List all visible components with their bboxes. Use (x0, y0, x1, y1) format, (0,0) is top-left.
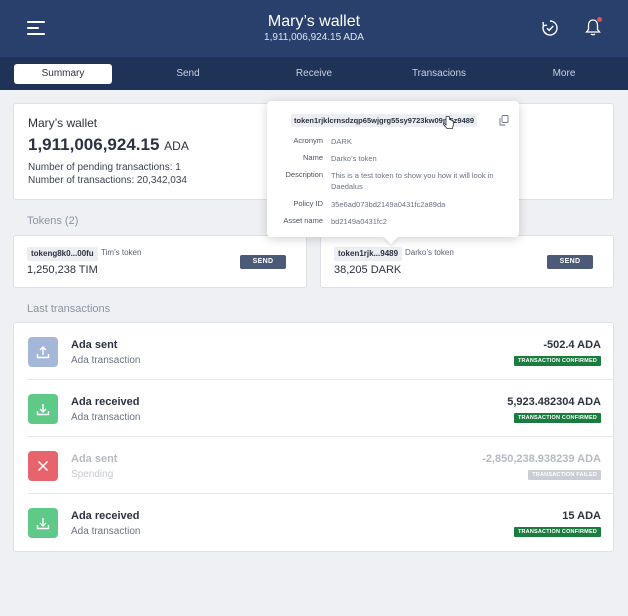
transaction-title: Ada sent (71, 453, 118, 465)
tooltip-key: Asset name (283, 216, 323, 225)
token-card: token1rjk...9489 Darko’s token 38,205 DA… (320, 235, 614, 288)
status-badge: TRANSACTION CONFIRMED (513, 413, 601, 423)
pending-transactions: Number of pending transactions: 1 (28, 162, 181, 173)
send-token-button[interactable]: SEND (547, 255, 593, 269)
download-icon (28, 394, 58, 424)
transaction-count: Number of transactions: 20,342,034 (28, 175, 187, 186)
token-id-chip[interactable]: token1rjk...9489 (334, 247, 403, 261)
balance-value: 1,911,006,924.15 (28, 135, 160, 154)
upload-icon (28, 337, 58, 367)
sync-check-icon[interactable] (541, 19, 559, 37)
cursor-icon (443, 116, 454, 129)
tooltip-key: Description (285, 170, 323, 179)
token-name: Tim’s token (101, 248, 142, 257)
send-token-button[interactable]: SEND (240, 255, 286, 269)
tab-transactions[interactable]: Transacions (389, 57, 489, 90)
summary-wallet-name: Mary’s wallet (28, 116, 98, 130)
tab-send[interactable]: Send (138, 57, 238, 90)
download-icon (28, 508, 58, 538)
token-card: tokeng8k0...00fu Tim’s token 1,250,238 T… (13, 235, 307, 288)
transaction-title: Ada sent (71, 339, 118, 351)
transactions-list: Ada sent Ada transaction -502.4 ADA TRAN… (13, 322, 614, 552)
transaction-title: Ada received (71, 396, 140, 408)
notification-dot (597, 17, 602, 22)
tooltip-key: Acronym (293, 136, 323, 145)
page-title: Mary’s wallet (267, 13, 361, 30)
tooltip-value: bd2149a0431fc2 (331, 217, 387, 226)
status-badge: TRANSACTION CONFIRMED (513, 527, 601, 537)
tooltip-value: Darko’s token (331, 154, 377, 163)
wallet-nav: Summary Send Receive Transacions More (0, 57, 628, 90)
transaction-row[interactable]: Ada sent Spending -2,850,238.938239 ADA … (14, 437, 614, 494)
transaction-subtitle: Ada transaction (71, 526, 141, 537)
transaction-amount: -2,850,238.938239 ADA (482, 453, 601, 465)
tooltip-value: 35e6ad073bd2149a0431fc2a89da (331, 200, 446, 209)
balance-unit: ADA (164, 139, 189, 153)
transaction-row[interactable]: Ada received Ada transaction 15 ADA TRAN… (14, 494, 614, 551)
transaction-amount: -502.4 ADA (543, 339, 601, 351)
transaction-subtitle: Ada transaction (71, 412, 141, 423)
top-bar: Mary’s wallet 1,911,006,924.15 ADA (0, 0, 628, 57)
summary-balance: 1,911,006,924.15 ADA (28, 135, 189, 155)
tab-summary[interactable]: Summary (14, 64, 112, 84)
token-amount: 38,205 DARK (334, 264, 402, 276)
tooltip-value: DARK (331, 137, 352, 146)
status-badge: TRANSACTION CONFIRMED (513, 356, 601, 366)
tooltip-value: This is a test token to show you how it … (331, 171, 494, 191)
close-icon (28, 451, 58, 481)
transaction-amount: 5,923.482304 ADA (507, 396, 601, 408)
wallet-balance-subtitle: 1,911,006,924.15 ADA (264, 32, 364, 43)
tab-receive[interactable]: Receive (264, 57, 364, 90)
tooltip-key: Policy ID (293, 199, 323, 208)
status-badge: TRANSACTION FAILED (528, 470, 601, 480)
transaction-row[interactable]: Ada received Ada transaction 5,923.48230… (14, 380, 614, 437)
tooltip-key: Name (302, 153, 323, 162)
transaction-subtitle: Ada transaction (71, 355, 141, 366)
copy-icon[interactable] (499, 115, 509, 126)
transaction-row[interactable]: Ada sent Ada transaction -502.4 ADA TRAN… (14, 323, 614, 380)
token-info-tooltip: token1rjklcrnsdzqp65wjgrg55sy9723kw09m5z… (267, 101, 519, 245)
tab-more[interactable]: More (514, 57, 614, 90)
transaction-title: Ada received (71, 510, 140, 522)
transaction-amount: 15 ADA (562, 510, 601, 522)
token-id-chip[interactable]: tokeng8k0...00fu (27, 247, 98, 261)
token-name: Darko’s token (405, 248, 454, 257)
tokens-heading: Tokens (2) (27, 215, 79, 227)
transaction-subtitle: Spending (71, 469, 114, 480)
transactions-heading: Last transactions (27, 303, 111, 315)
token-amount: 1,250,238 TIM (27, 264, 98, 276)
